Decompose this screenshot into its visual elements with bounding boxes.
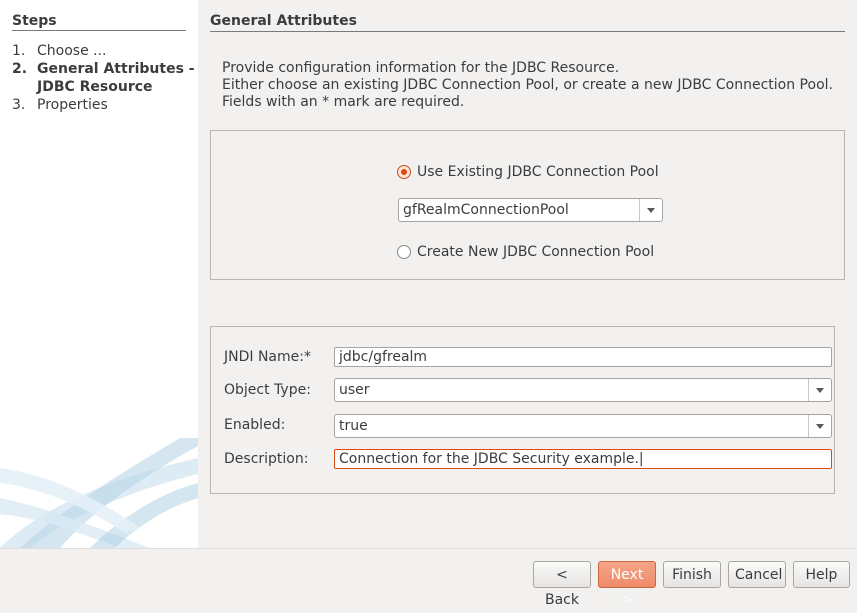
connection-pool-value: gfRealmConnectionPool <box>403 202 569 218</box>
use-existing-pool-option[interactable]: Use Existing JDBC Connection Pool <box>397 164 659 180</box>
resource-attributes-group: JNDI Name:* jdbc/gfrealm Object Type: us… <box>210 326 835 494</box>
step-item-properties: 3. Properties <box>12 96 108 114</box>
cancel-button[interactable]: Cancel <box>728 561 786 588</box>
page-title: General Attributes <box>210 13 845 32</box>
chevron-down-icon[interactable] <box>639 199 662 221</box>
connection-pool-group: Use Existing JDBC Connection Pool gfReal… <box>210 130 845 280</box>
step-label: Properties <box>37 97 108 113</box>
create-new-pool-label: Create New JDBC Connection Pool <box>417 244 655 260</box>
chevron-down-icon[interactable] <box>808 379 831 401</box>
enabled-value: true <box>339 418 368 434</box>
enabled-select[interactable]: true <box>334 414 832 438</box>
step-number: 3. <box>12 97 26 113</box>
chevron-down-icon[interactable] <box>808 415 831 437</box>
finish-button[interactable]: Finish <box>663 561 721 588</box>
use-existing-pool-label: Use Existing JDBC Connection Pool <box>417 164 659 180</box>
intro-text: Provide configuration information for th… <box>222 60 833 111</box>
enabled-label: Enabled: <box>224 417 286 433</box>
step-label: Choose ... <box>37 43 107 59</box>
radio-unchecked-icon[interactable] <box>397 245 411 259</box>
intro-line: Fields with an * mark are required. <box>222 94 465 110</box>
connection-pool-select[interactable]: gfRealmConnectionPool <box>398 198 663 222</box>
step-item-choose: 1. Choose ... <box>12 42 107 60</box>
intro-line: Either choose an existing JDBC Connectio… <box>222 77 833 93</box>
step-item-general-attributes: 2. General Attributes - JDBC Resource <box>12 60 195 96</box>
description-field[interactable]: Connection for the JDBC Security example… <box>334 449 832 469</box>
jndi-name-field[interactable]: jdbc/gfrealm <box>334 347 832 367</box>
wizard-decoration-graphic <box>0 438 198 548</box>
object-type-label: Object Type: <box>224 382 311 398</box>
create-new-pool-option[interactable]: Create New JDBC Connection Pool <box>397 244 654 260</box>
jndi-name-label: JNDI Name:* <box>224 349 311 365</box>
step-number: 1. <box>12 43 26 59</box>
object-type-select[interactable]: user <box>334 378 832 402</box>
radio-checked-icon[interactable] <box>397 165 411 179</box>
object-type-value: user <box>339 382 370 398</box>
next-button[interactable]: Next > <box>598 561 656 608</box>
steps-title: Steps <box>12 13 186 31</box>
step-label: General Attributes - <box>37 61 195 77</box>
step-label-continued: JDBC Resource <box>37 79 153 95</box>
intro-line: Provide configuration information for th… <box>222 60 620 76</box>
description-label: Description: <box>224 451 309 467</box>
step-number: 2. <box>12 61 28 77</box>
back-button[interactable]: < Back <box>533 561 591 608</box>
steps-panel: Steps 1. Choose ... 2. General Attributes … <box>0 0 198 548</box>
button-bar: < Back Next > Finish Cancel Help <box>0 548 857 608</box>
help-button[interactable]: Help <box>793 561 850 588</box>
